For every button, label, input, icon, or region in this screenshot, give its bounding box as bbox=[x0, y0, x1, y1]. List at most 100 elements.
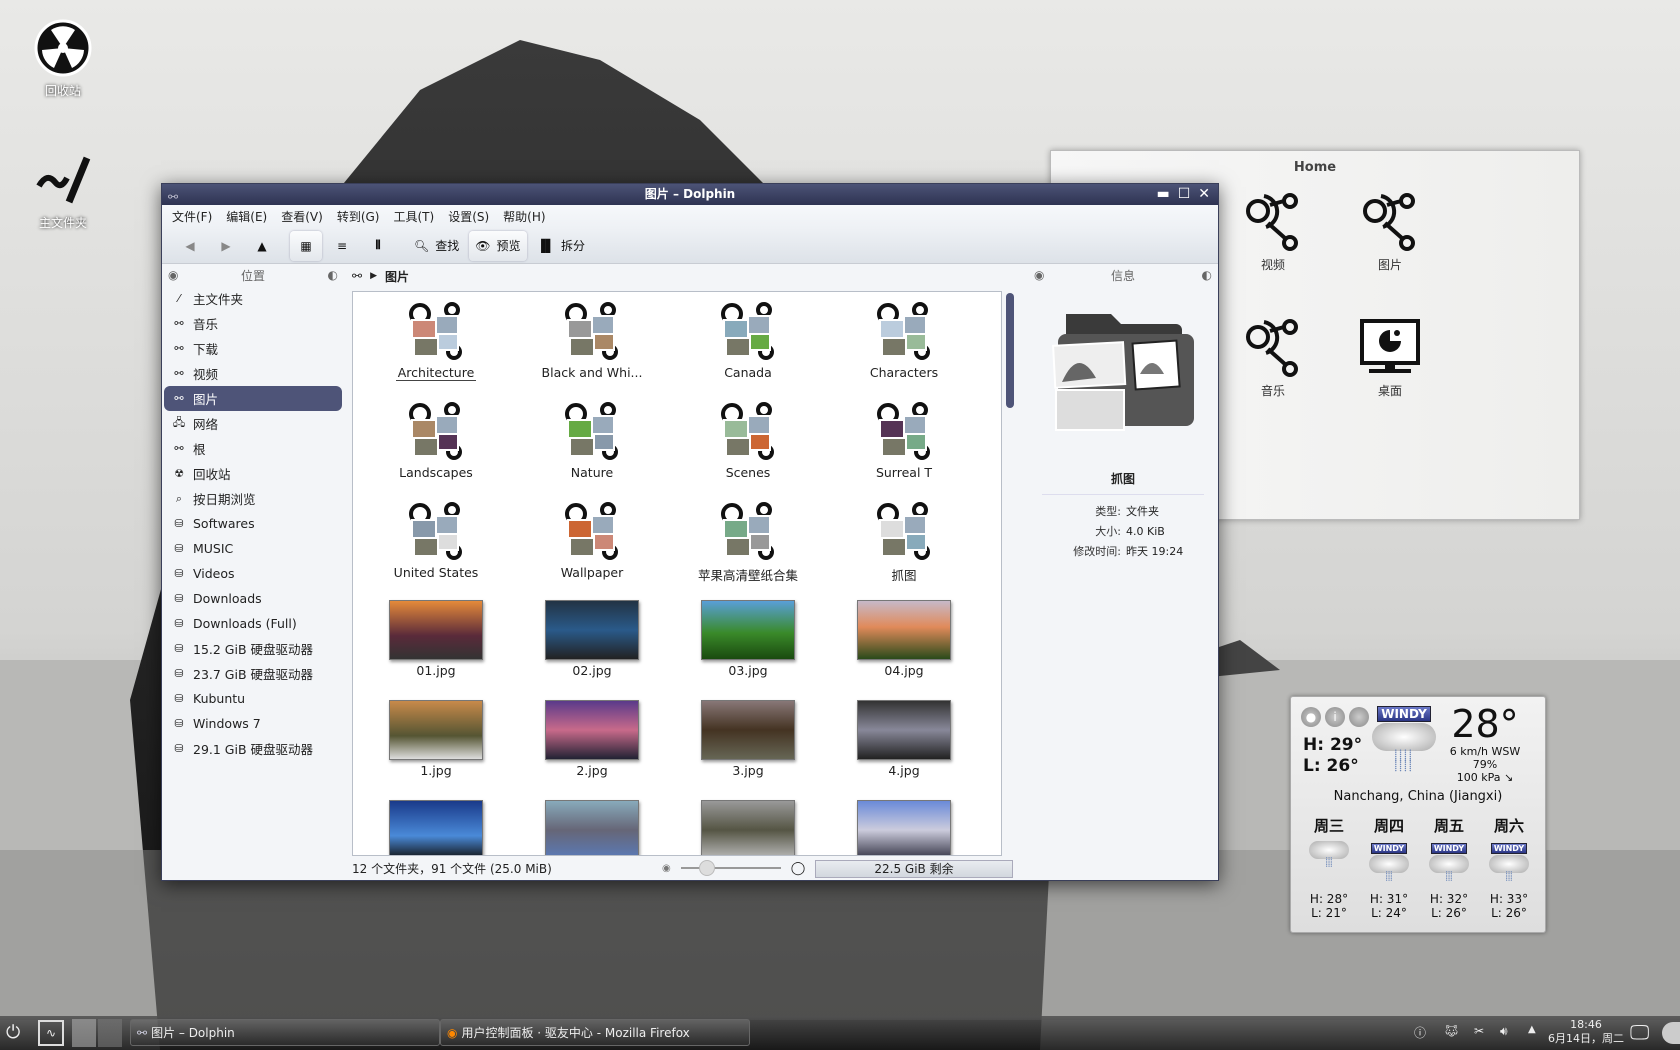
zoom-in-icon[interactable]: ◯ bbox=[791, 861, 806, 876]
folder-item[interactable]: Nature bbox=[517, 400, 667, 480]
maximize-button[interactable]: ☐ bbox=[1178, 184, 1191, 205]
zoom-out-icon[interactable]: ◉ bbox=[662, 863, 671, 874]
home-widget-item[interactable]: 图片 bbox=[1345, 191, 1435, 273]
folder-item[interactable]: Wallpaper bbox=[517, 500, 667, 580]
sidebar-item[interactable]: ⛁ Downloads bbox=[164, 586, 342, 611]
image-file-item[interactable]: 04.jpg bbox=[829, 600, 979, 678]
forward-button[interactable]: ▶ bbox=[210, 231, 242, 261]
pictures-folder-icon[interactable]: ⚯ bbox=[352, 269, 362, 283]
image-file-item[interactable]: 02.jpg bbox=[517, 600, 667, 678]
desktop-icon-trash[interactable]: 回收站 bbox=[18, 18, 108, 99]
place-icon: ⛁ bbox=[174, 617, 184, 630]
image-file-item[interactable]: 1.jpg bbox=[361, 700, 511, 778]
icons-view-button[interactable]: ▦ bbox=[290, 230, 322, 261]
info-button[interactable]: i bbox=[1325, 707, 1345, 727]
panel-float-icon[interactable]: ◐ bbox=[328, 268, 338, 282]
panel-toolbox-icon[interactable] bbox=[1662, 1022, 1680, 1044]
image-file-item[interactable] bbox=[829, 800, 979, 855]
image-file-item[interactable]: 3.jpg bbox=[673, 700, 823, 778]
menu-item[interactable]: 设置(S) bbox=[448, 208, 489, 225]
image-file-item[interactable]: 4.jpg bbox=[829, 700, 979, 778]
pager-icon[interactable] bbox=[72, 1019, 122, 1047]
home-item-label: 音乐 bbox=[1260, 384, 1285, 398]
menu-item[interactable]: 编辑(E) bbox=[226, 208, 267, 225]
close-button[interactable]: ✕ bbox=[1198, 184, 1210, 205]
sidebar-item[interactable]: ⛁ 23.7 GiB 硬盘驱动器 bbox=[164, 661, 342, 686]
menu-item[interactable]: 文件(F) bbox=[172, 208, 212, 225]
preview-button[interactable]: 👁︎ 预览 bbox=[469, 230, 527, 261]
sidebar-item[interactable]: 🖧︎ 网络 bbox=[164, 411, 342, 436]
minimize-button[interactable]: ▬ bbox=[1156, 184, 1169, 205]
sidebar-item[interactable]: ⛁ Softwares bbox=[164, 511, 342, 536]
vertical-scrollbar[interactable] bbox=[1005, 291, 1015, 856]
sidebar-item[interactable]: ⛁ 29.1 GiB 硬盘驱动器 bbox=[164, 736, 342, 761]
folder-item[interactable]: Black and Whi... bbox=[517, 300, 667, 380]
clock[interactable]: 18:46 6月14日，周二 bbox=[1546, 1018, 1626, 1046]
panel-close-icon[interactable]: ◉ bbox=[168, 268, 178, 282]
menu-item[interactable]: 工具(T) bbox=[393, 208, 434, 225]
system-monitor-icon[interactable]: ∿ bbox=[38, 1020, 64, 1046]
image-file-item[interactable]: 2.jpg bbox=[517, 700, 667, 778]
folder-item[interactable]: Scenes bbox=[673, 400, 823, 480]
menu-item[interactable]: 帮助(H) bbox=[503, 208, 545, 225]
image-file-item[interactable]: 01.jpg bbox=[361, 600, 511, 678]
image-file-item[interactable] bbox=[361, 800, 511, 855]
home-widget-item[interactable]: 桌面 bbox=[1345, 317, 1435, 399]
title-bar[interactable]: ⚯ 图片 – Dolphin ▬ ☐ ✕ bbox=[162, 184, 1218, 205]
image-file-item[interactable]: 03.jpg bbox=[673, 600, 823, 678]
folder-item[interactable]: Landscapes bbox=[361, 400, 511, 480]
folder-item[interactable]: 苹果高清壁纸合集 bbox=[673, 500, 823, 584]
slider-handle[interactable] bbox=[698, 860, 715, 876]
folder-item[interactable]: Characters bbox=[829, 300, 979, 380]
folder-item[interactable]: Canada bbox=[673, 300, 823, 380]
breadcrumb-item[interactable]: 图片 bbox=[385, 268, 409, 285]
kde-wallet-icon[interactable]: 🐺︎ bbox=[1444, 1024, 1459, 1038]
show-desktop-icon[interactable]: 🖵︎ bbox=[1630, 1020, 1649, 1044]
sidebar-item[interactable]: ⚯ 根 bbox=[164, 436, 342, 461]
details-view-button[interactable]: ≡ bbox=[326, 231, 358, 261]
zoom-slider[interactable] bbox=[680, 860, 781, 876]
panel-close-icon[interactable]: ◉ bbox=[1034, 268, 1044, 282]
sidebar-item[interactable]: ⛁ 15.2 GiB 硬盘驱动器 bbox=[164, 636, 342, 661]
settings-button[interactable]: ● bbox=[1301, 707, 1321, 727]
sidebar-item[interactable]: ⚯ 视频 bbox=[164, 361, 342, 386]
menu-item[interactable]: 转到(G) bbox=[337, 208, 380, 225]
notifications-icon[interactable]: ⓘ bbox=[1414, 1024, 1426, 1041]
menu-item[interactable]: 查看(V) bbox=[281, 208, 323, 225]
sidebar-item[interactable]: ⚯ 下载 bbox=[164, 336, 342, 361]
sidebar-item[interactable]: ☢ 回收站 bbox=[164, 461, 342, 486]
sidebar-item[interactable]: ⁄ 主文件夹 bbox=[164, 286, 342, 311]
kickoff-menu-icon[interactable]: ⏻ bbox=[6, 1022, 20, 1043]
image-file-item[interactable] bbox=[673, 800, 823, 855]
sidebar-item[interactable]: ⛁ MUSIC bbox=[164, 536, 342, 561]
folder-item[interactable]: 抓图 bbox=[829, 500, 979, 584]
find-button[interactable]: 🔍︎ 查找 bbox=[408, 231, 465, 261]
desktop-icon-home[interactable]: 主文件夹 bbox=[18, 150, 108, 231]
sidebar-item[interactable]: ⚯ 音乐 bbox=[164, 311, 342, 336]
sidebar-item[interactable]: ⛁ Videos bbox=[164, 561, 342, 586]
refresh-button[interactable] bbox=[1349, 707, 1369, 727]
sidebar-item[interactable]: ⛁ Windows 7 bbox=[164, 711, 342, 736]
sidebar-item[interactable]: ⛁ Downloads (Full) bbox=[164, 611, 342, 636]
place-icon: ⛁ bbox=[174, 567, 184, 580]
home-widget-item[interactable]: 音乐 bbox=[1228, 317, 1318, 399]
klipper-scissors-icon[interactable]: ✂ bbox=[1474, 1024, 1484, 1038]
columns-view-button[interactable]: ⦀ bbox=[362, 231, 394, 261]
scrollbar-thumb[interactable] bbox=[1006, 293, 1014, 408]
split-button[interactable]: ▐▌ 拆分 bbox=[531, 231, 591, 261]
sidebar-item[interactable]: ⌕ 按日期浏览 bbox=[164, 486, 342, 511]
up-button[interactable]: ▲ bbox=[246, 231, 278, 261]
sidebar-item[interactable]: ⚯ 图片 bbox=[164, 386, 342, 411]
folder-item[interactable]: Surreal T bbox=[829, 400, 979, 480]
sidebar-item[interactable]: ⛁ Kubuntu bbox=[164, 686, 342, 711]
taskbar-task[interactable]: ⚯ 图片 – Dolphin bbox=[130, 1019, 440, 1046]
taskbar-task[interactable]: ◉ 用户控制面板 · 驱友中心 - Mozilla Firefox bbox=[440, 1019, 750, 1046]
back-button[interactable]: ◀ bbox=[174, 231, 206, 261]
panel-float-icon[interactable]: ◐ bbox=[1202, 268, 1212, 282]
image-file-item[interactable] bbox=[517, 800, 667, 855]
folder-item[interactable]: United States bbox=[361, 500, 511, 580]
folder-item[interactable]: Architecture bbox=[361, 300, 511, 381]
tray-expand-icon[interactable]: ▲ bbox=[1528, 1024, 1536, 1035]
volume-icon[interactable]: 🔊︎ bbox=[1500, 1024, 1508, 1039]
home-widget-item[interactable]: 视频 bbox=[1228, 191, 1318, 273]
